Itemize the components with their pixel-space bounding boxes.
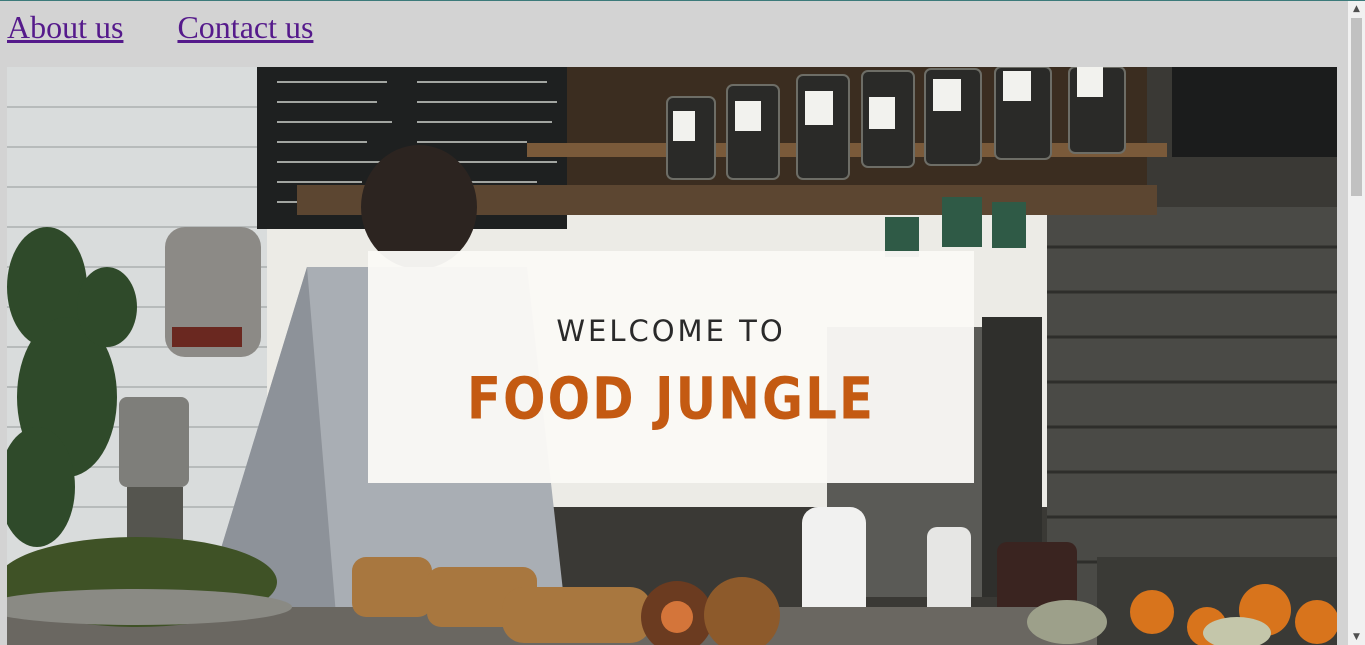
hero-banner: WELCOME TO FOOD JUNGLE — [7, 67, 1337, 645]
triangle-down-icon[interactable]: ▼ — [1348, 629, 1365, 645]
triangle-up-icon[interactable]: ▲ — [1348, 1, 1365, 18]
vertical-scrollbar[interactable]: ▲ ▼ — [1348, 1, 1365, 645]
nav-link-about-us[interactable]: About us — [7, 7, 123, 47]
nav-link-contact-us[interactable]: Contact us — [177, 7, 313, 47]
scrollbar-thumb[interactable] — [1351, 18, 1362, 196]
welcome-heading: WELCOME TO — [556, 314, 786, 348]
top-nav: About us Contact us — [7, 7, 313, 47]
page: About us Contact us WELCOME TO FOOD JUNG… — [0, 0, 1365, 645]
brand-name: FOOD JUNGLE — [466, 365, 876, 433]
welcome-card: WELCOME TO FOOD JUNGLE — [368, 251, 974, 483]
